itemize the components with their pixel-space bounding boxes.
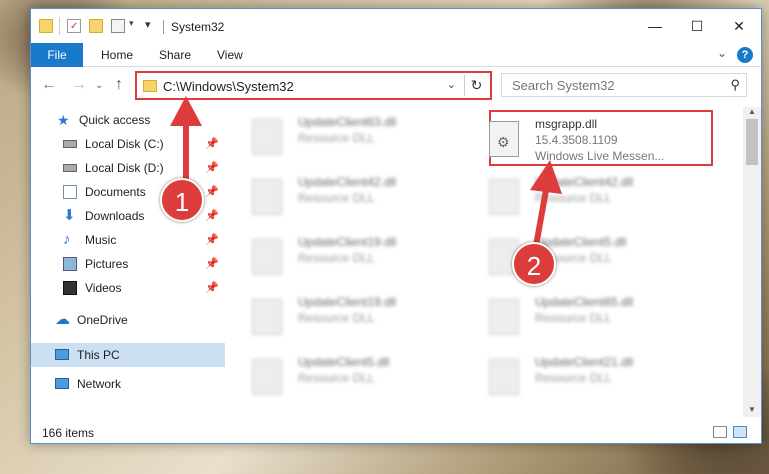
navigation-pane: ★ Quick access Local Disk (C:) 📌 Local D… [31, 107, 227, 417]
nav-item-local-disk-d[interactable]: Local Disk (D:) 📌 [63, 157, 219, 179]
documents-icon [63, 185, 77, 199]
tab-view[interactable]: View [217, 43, 243, 67]
scroll-up-icon[interactable]: ▲ [743, 107, 761, 119]
dll-file-icon [252, 299, 282, 335]
file-item[interactable]: UpdateClient42.dll Resource DLL [228, 171, 448, 221]
window-title: System32 [171, 20, 225, 34]
quick-access-dropdown-icon[interactable]: ▾ [145, 18, 151, 31]
drive-icon [63, 140, 77, 148]
pin-icon[interactable]: 📌 [205, 253, 219, 275]
nav-item-pictures[interactable]: Pictures 📌 [63, 253, 219, 275]
search-icon[interactable]: ⚲ [730, 77, 740, 93]
forward-arrow-icon[interactable]: → [71, 76, 87, 94]
annotation-badge-1: 1 [160, 178, 204, 222]
address-bar[interactable]: C:\Windows\System32 ⌄ ↻ [135, 71, 492, 100]
download-icon: ⬇ [63, 207, 76, 224]
folder-icon[interactable] [39, 19, 53, 33]
address-path[interactable]: C:\Windows\System32 [163, 79, 294, 94]
file-item[interactable]: UpdateClient19.dll Resource DLL [228, 291, 448, 341]
recent-locations-icon[interactable]: ⌄ [95, 80, 103, 91]
properties-icon[interactable]: ✓ [67, 19, 81, 33]
music-icon: ♪ [63, 231, 71, 248]
file-item[interactable]: UpdateClient42.dll Resource DLL [465, 171, 685, 221]
pin-icon[interactable]: 📌 [205, 133, 219, 155]
explorer-window: ✓ ▾ ▾ System32 — ☐ ✕ File Home Share Vie… [30, 8, 762, 444]
search-input[interactable] [502, 74, 712, 96]
nav-item-music[interactable]: ♪ Music 📌 [63, 229, 219, 251]
dll-file-icon [489, 359, 519, 395]
dll-file-icon [252, 179, 282, 215]
nav-item-local-disk-c[interactable]: Local Disk (C:) 📌 [63, 133, 219, 155]
tab-share[interactable]: Share [159, 43, 191, 67]
title-bar: ✓ ▾ ▾ System32 — ☐ ✕ [31, 9, 761, 43]
up-arrow-icon[interactable]: ↑ [115, 76, 123, 94]
dll-file-icon [489, 179, 519, 215]
dll-file-icon [252, 359, 282, 395]
file-item[interactable]: UpdateClient5.dll Resource DLL [465, 231, 685, 281]
dll-file-icon: ⚙ [489, 121, 519, 157]
videos-icon [63, 281, 77, 295]
chevron-down-icon[interactable]: ⌄ [447, 78, 456, 91]
nav-item-this-pc[interactable]: This PC [55, 344, 215, 366]
dll-file-icon [252, 239, 282, 275]
folder-icon [143, 80, 157, 92]
chevron-down-icon[interactable]: ▾ [129, 18, 134, 29]
scroll-down-icon[interactable]: ▼ [743, 405, 761, 417]
title-separator [163, 20, 164, 34]
dll-file-icon [252, 119, 282, 155]
nav-item-videos[interactable]: Videos 📌 [63, 277, 219, 299]
pin-icon[interactable]: 📌 [205, 181, 219, 203]
scrollbar-thumb[interactable] [746, 119, 758, 165]
file-item-msgrapp[interactable]: ⚙ msgrapp.dll 15.4.3508.1109 Windows Liv… [465, 113, 685, 163]
tab-file[interactable]: File [31, 43, 83, 67]
new-folder-icon[interactable] [89, 19, 103, 33]
search-box[interactable]: ⚲ [501, 73, 747, 97]
dll-file-icon [489, 299, 519, 335]
toolbar-divider [59, 17, 60, 35]
file-item[interactable]: UpdateClient63.dll Resource DLL [228, 111, 448, 161]
back-arrow-icon[interactable]: ← [41, 76, 57, 94]
status-bar: 166 items [31, 421, 761, 445]
large-icons-view-icon[interactable] [733, 426, 747, 438]
address-row: ← → ⌄ ↑ C:\Windows\System32 ⌄ ↻ ⚲ [31, 68, 761, 104]
tab-home[interactable]: Home [101, 43, 133, 67]
help-icon[interactable]: ? [737, 47, 753, 63]
file-item[interactable]: UpdateClient5.dll Resource DLL [228, 351, 448, 401]
file-list: UpdateClient63.dll Resource DLL UpdateCl… [228, 107, 741, 417]
file-item[interactable]: UpdateClient21.dll Resource DLL [465, 351, 685, 401]
network-icon [55, 378, 69, 389]
file-item[interactable]: UpdateClient19.dll Resource DLL [228, 231, 448, 281]
star-icon: ★ [57, 112, 70, 128]
vertical-scrollbar[interactable]: ▲ ▼ [743, 107, 761, 417]
maximize-button[interactable]: ☐ [677, 9, 717, 43]
pictures-icon [63, 257, 77, 271]
item-count: 166 items [42, 426, 95, 440]
computer-icon [55, 349, 69, 360]
customize-icon[interactable] [111, 19, 125, 33]
drive-icon [63, 164, 77, 172]
refresh-button[interactable]: ↻ [464, 75, 488, 96]
nav-item-quick-access[interactable]: ★ Quick access [57, 109, 217, 131]
cloud-icon: ☁ [55, 311, 70, 328]
minimize-button[interactable]: — [635, 9, 675, 43]
pin-icon[interactable]: 📌 [205, 229, 219, 251]
close-button[interactable]: ✕ [719, 9, 759, 43]
nav-item-onedrive[interactable]: ☁ OneDrive [55, 309, 215, 331]
annotation-badge-2: 2 [512, 242, 556, 286]
nav-item-network[interactable]: Network [55, 373, 215, 395]
details-view-icon[interactable] [713, 426, 727, 438]
file-item[interactable]: UpdateClient65.dll Resource DLL [465, 291, 685, 341]
pin-icon[interactable]: 📌 [205, 205, 219, 227]
chevron-down-icon[interactable]: ⌄ [717, 46, 727, 60]
pin-icon[interactable]: 📌 [205, 157, 219, 179]
pin-icon[interactable]: 📌 [205, 277, 219, 299]
ribbon-tabs: File Home Share View ⌄ ? [31, 43, 761, 67]
